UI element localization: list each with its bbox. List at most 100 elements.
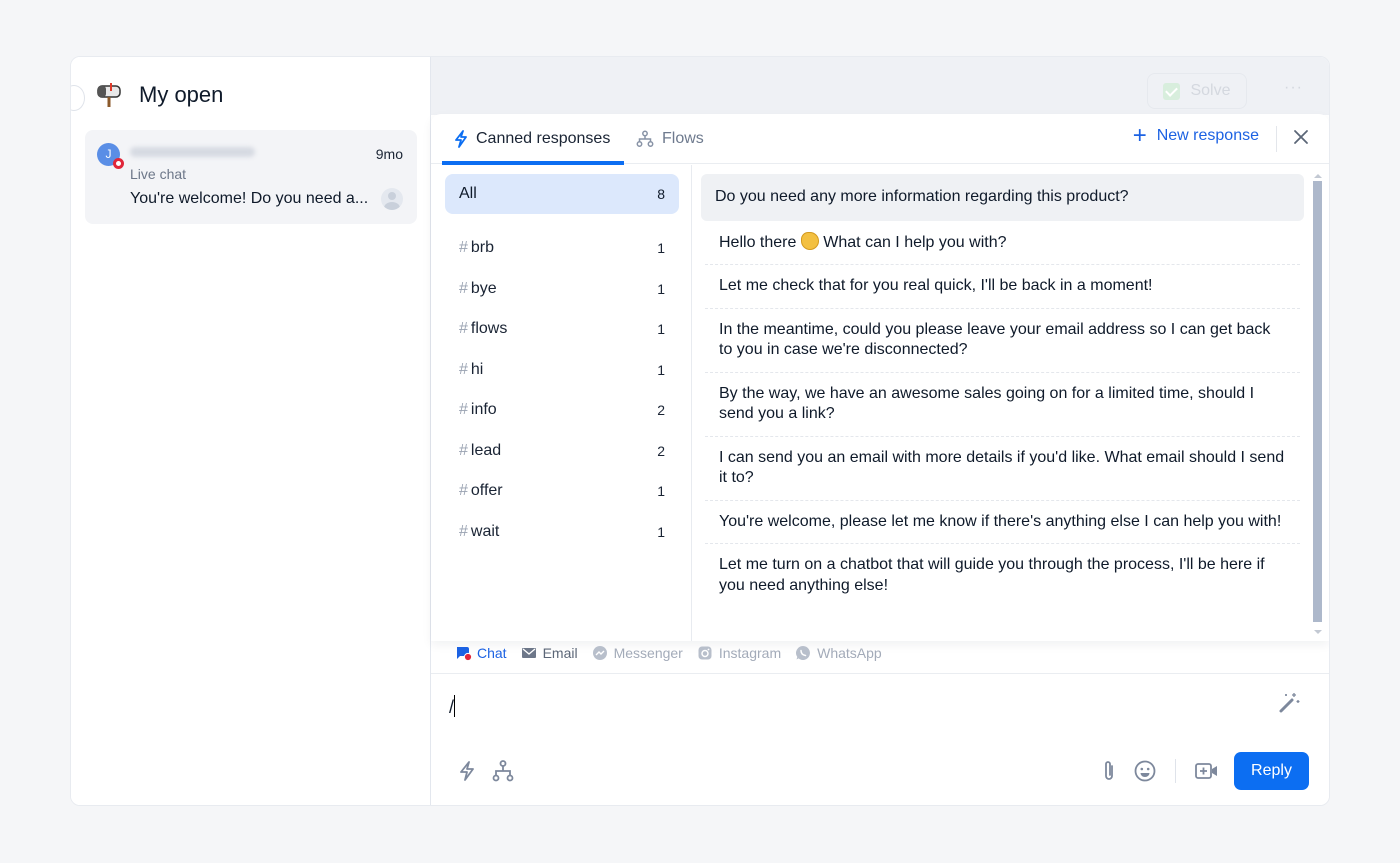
tag-label: lead [470,441,502,459]
tab-flows[interactable]: Flows [624,114,716,164]
flow-icon [636,130,654,148]
tag-label: hi [470,360,484,378]
response-text: I can send you an email with more detail… [719,448,1285,487]
tag-label: wait [470,522,500,540]
channel-label: Email [542,645,578,661]
response-text: What can I help you with? [818,233,1007,251]
flows-button[interactable] [491,759,515,783]
tag-label: bye [470,279,497,297]
tag-filter-wait[interactable]: # wait 1 [445,512,679,553]
panel-header: My open [95,81,223,109]
channel-email[interactable]: Email [521,645,578,661]
composer-right-tools: Reply [1099,752,1309,790]
message-input[interactable]: / [449,695,456,718]
divider [431,673,1329,674]
canned-response-item[interactable]: You're welcome, please let me know if th… [705,501,1300,544]
response-text: Let me turn on a chatbot that will guide… [719,556,1265,594]
response-text: Hello there [719,233,801,251]
tag-label: All [459,185,477,202]
tag-label: brb [470,239,495,257]
response-text: You're welcome, please let me know if th… [719,512,1282,530]
tag-count: 1 [657,483,665,500]
tag-filter-all[interactable]: All 8 [445,174,679,214]
divider [1276,126,1277,152]
hash-icon: # [459,441,468,459]
lightning-icon [454,130,468,148]
response-list-scrollbar[interactable] [1313,174,1323,634]
avatar-letter: J [105,147,112,161]
paperclip-icon [1105,761,1113,780]
reply-button[interactable]: Reply [1234,752,1309,790]
text-caret [454,695,456,717]
new-response-label: New response [1156,127,1259,144]
solve-label: Solve [1190,82,1231,99]
channel-whatsapp[interactable]: WhatsApp [795,645,882,661]
tag-label: offer [470,482,503,500]
canned-response-item[interactable]: Let me check that for you real quick, I'… [705,265,1300,309]
more-options-button[interactable]: ··· [1284,79,1303,97]
canned-response-item[interactable]: Hello there What can I help you with? [705,221,1300,265]
panel-tabs: Canned responses Flows + New response [431,114,1329,165]
emoji-button[interactable] [1133,759,1157,783]
canned-response-item[interactable]: I can send you an email with more detail… [705,437,1300,501]
canned-response-item[interactable]: Do you need any more information regardi… [701,174,1304,221]
hash-icon: # [459,239,468,257]
whatsapp-icon [795,645,811,661]
tag-count: 1 [657,361,665,378]
tag-count: 1 [657,523,665,540]
canned-response-item[interactable]: By the way, we have an awesome sales goi… [705,373,1300,437]
mailbox-icon [95,81,123,109]
close-panel-button[interactable] [1293,127,1309,149]
collapse-sidebar-handle[interactable] [71,85,85,111]
tag-count: 1 [657,280,665,297]
tab-label: Canned responses [476,130,611,147]
video-call-button[interactable] [1194,760,1220,782]
new-response-button[interactable]: + New response [1132,122,1259,149]
tag-label: info [470,401,497,419]
conversation-preview: You're welcome! Do you need a... [130,190,369,207]
tag-filter-bye[interactable]: # bye 1 [445,269,679,310]
divider [1175,759,1176,783]
conversation-item[interactable]: J 9mo Live chat You're welcome! Do you n… [85,130,417,224]
response-list: Do you need any more information regardi… [701,174,1304,607]
tab-canned-responses[interactable]: Canned responses [442,114,624,165]
assigned-agent-avatar [381,188,403,210]
hash-icon: # [459,401,468,419]
channel-chat[interactable]: Chat [455,645,507,662]
solve-button[interactable]: Solve [1147,73,1247,109]
channel-instagram[interactable]: Instagram [697,645,781,661]
canned-response-item[interactable]: In the meantime, could you please leave … [705,309,1300,373]
ai-assist-button[interactable] [1277,691,1301,720]
checkbox-icon [1163,82,1181,100]
conversation-time: 9mo [375,146,403,162]
canned-response-item[interactable]: Let me turn on a chatbot that will guide… [705,544,1300,607]
scroll-down-arrow-icon[interactable] [1314,630,1322,634]
response-text: In the meantime, could you please leave … [719,320,1271,359]
tag-count: 2 [657,402,665,419]
scrollbar-thumb[interactable] [1313,181,1322,622]
tag-filter-info[interactable]: # info 2 [445,390,679,431]
response-text: Do you need any more information regardi… [715,188,1129,205]
tag-filter-offer[interactable]: # offer 1 [445,471,679,512]
canned-responses-button[interactable] [457,759,477,783]
tag-name: # lead [459,442,501,460]
channel-label: Chat [477,645,507,661]
tag-filter-brb[interactable]: # brb 1 [445,228,679,269]
scroll-up-arrow-icon[interactable] [1314,174,1322,178]
plus-icon: + [1132,122,1147,149]
attach-button[interactable] [1099,759,1119,783]
tag-name: # brb [459,239,494,257]
channel-messenger[interactable]: Messenger [592,645,683,661]
tag-filter-flows[interactable]: # flows 1 [445,309,679,350]
video-plus-icon [1195,763,1217,779]
tag-filter-lead[interactable]: # lead 2 [445,431,679,472]
tag-name: # wait [459,523,499,541]
tab-label: Flows [662,130,704,147]
tag-items: # brb 1 # bye 1 # flows 1 # hi 1 # info 2 # lead 2 # offer 1… [445,228,679,552]
hash-icon: # [459,320,468,338]
tag-filter-hi[interactable]: # hi 1 [445,350,679,391]
tag-name: # offer [459,482,503,500]
magic-wand-icon [1279,693,1300,713]
tag-name: # flows [459,320,507,338]
waving-hand-emoji-icon [800,231,819,250]
